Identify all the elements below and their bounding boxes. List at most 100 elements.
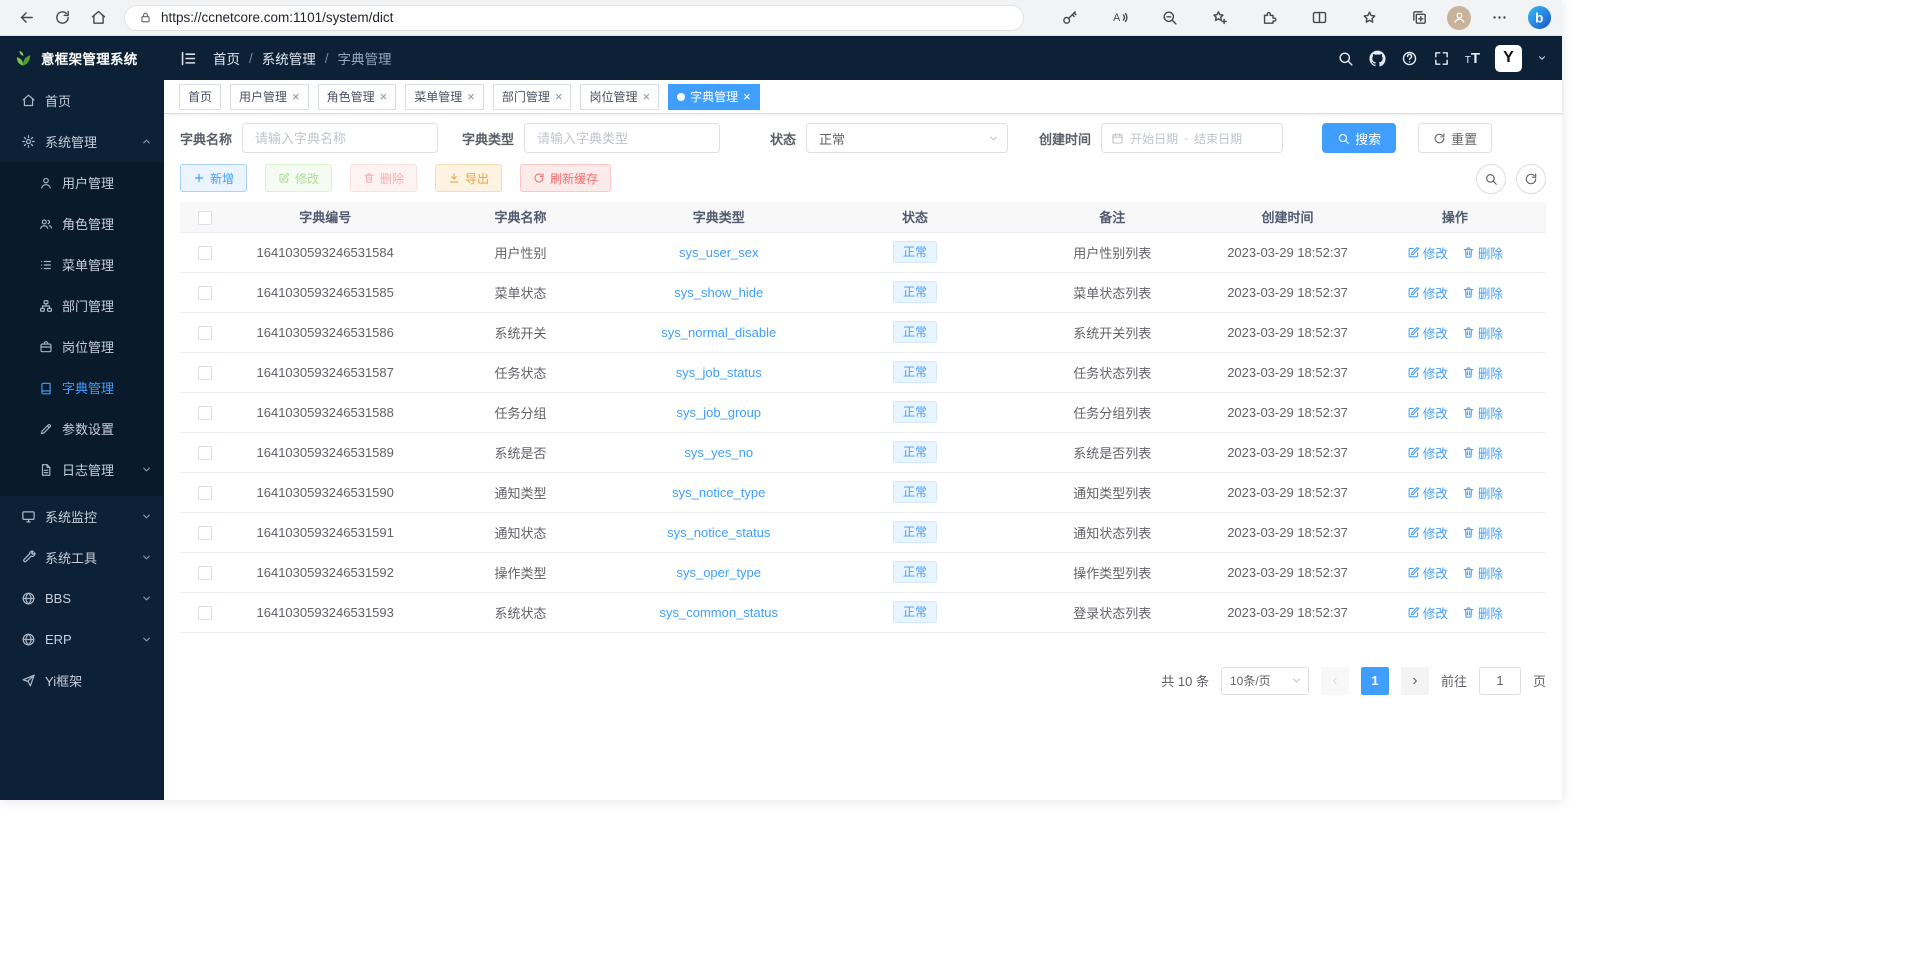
dict-type-link[interactable]: sys_normal_disable: [661, 325, 776, 340]
table-row[interactable]: 1641030593246531590 通知类型 sys_notice_type…: [180, 472, 1546, 512]
user-avatar[interactable]: Y: [1495, 45, 1522, 72]
dict-type-link[interactable]: sys_job_group: [676, 405, 761, 420]
close-icon[interactable]: ×: [292, 90, 300, 103]
search-button[interactable]: 搜索: [1322, 123, 1396, 153]
row-delete-link[interactable]: 删除: [1462, 243, 1503, 262]
sidebar-item-erp[interactable]: ERP: [0, 619, 164, 660]
tab-post-management[interactable]: 岗位管理×: [580, 84, 659, 110]
bing-copilot-button[interactable]: b: [1527, 5, 1552, 30]
row-checkbox[interactable]: [198, 526, 212, 540]
table-row[interactable]: 1641030593246531591 通知状态 sys_notice_stat…: [180, 512, 1546, 552]
breadcrumb-system[interactable]: 系统管理: [262, 48, 316, 68]
sidebar-item-post-management[interactable]: 岗位管理: [0, 326, 164, 367]
sidebar-item-system-management[interactable]: 系统管理: [0, 121, 164, 162]
font-size-icon[interactable]: TT: [1465, 51, 1480, 66]
select-all-checkbox[interactable]: [198, 211, 212, 225]
sidebar-item-dept-management[interactable]: 部门管理: [0, 285, 164, 326]
fullscreen-icon[interactable]: [1433, 50, 1450, 67]
row-edit-link[interactable]: 修改: [1407, 443, 1448, 462]
row-edit-link[interactable]: 修改: [1407, 363, 1448, 382]
row-checkbox[interactable]: [198, 366, 212, 380]
dict-type-link[interactable]: sys_job_status: [676, 365, 762, 380]
dict-type-input[interactable]: [524, 123, 720, 153]
dict-type-link[interactable]: sys_notice_type: [672, 485, 765, 500]
current-page-button[interactable]: 1: [1361, 667, 1389, 695]
close-icon[interactable]: ×: [380, 90, 388, 103]
sidebar-item-log-management[interactable]: 日志管理: [0, 449, 164, 490]
dict-type-link[interactable]: sys_common_status: [660, 605, 779, 620]
sidebar-item-system-tools[interactable]: 系统工具: [0, 537, 164, 578]
sidebar-item-user-management[interactable]: 用户管理: [0, 162, 164, 203]
table-row[interactable]: 1641030593246531592 操作类型 sys_oper_type 正…: [180, 552, 1546, 592]
row-delete-link[interactable]: 删除: [1462, 603, 1503, 622]
address-bar[interactable]: https://ccnetcore.com:1101/system/dict: [124, 5, 1024, 31]
close-icon[interactable]: ×: [555, 90, 563, 103]
table-row[interactable]: 1641030593246531586 系统开关 sys_normal_disa…: [180, 312, 1546, 352]
row-delete-link[interactable]: 删除: [1462, 443, 1503, 462]
favorites-button[interactable]: [1355, 4, 1383, 32]
read-aloud-button[interactable]: A: [1105, 4, 1133, 32]
row-checkbox[interactable]: [198, 326, 212, 340]
row-delete-link[interactable]: 删除: [1462, 563, 1503, 582]
sidebar-item-param-settings[interactable]: 参数设置: [0, 408, 164, 449]
collections-button[interactable]: [1405, 4, 1433, 32]
row-delete-link[interactable]: 删除: [1462, 403, 1503, 422]
chevron-down-icon[interactable]: [1537, 53, 1547, 63]
row-delete-link[interactable]: 删除: [1462, 283, 1503, 302]
refresh-cache-button[interactable]: 刷新缓存: [520, 164, 611, 192]
github-icon[interactable]: [1369, 50, 1386, 67]
refresh-table-button[interactable]: [1516, 164, 1546, 194]
browser-back-button[interactable]: [12, 4, 40, 32]
dict-name-input[interactable]: [242, 123, 438, 153]
next-page-button[interactable]: ›: [1401, 667, 1429, 695]
sidebar-item-role-management[interactable]: 角色管理: [0, 203, 164, 244]
dict-type-link[interactable]: sys_oper_type: [676, 565, 761, 580]
sidebar-item-system-monitor[interactable]: 系统监控: [0, 496, 164, 537]
row-delete-link[interactable]: 删除: [1462, 363, 1503, 382]
sidebar-item-home[interactable]: 首页: [0, 80, 164, 121]
tab-user-management[interactable]: 用户管理×: [230, 84, 309, 110]
tab-dict-management[interactable]: 字典管理×: [668, 84, 760, 110]
toggle-search-button[interactable]: [1476, 164, 1506, 194]
dict-type-link[interactable]: sys_user_sex: [679, 245, 758, 260]
row-delete-link[interactable]: 删除: [1462, 323, 1503, 342]
sidebar-item-menu-management[interactable]: 菜单管理: [0, 244, 164, 285]
add-favorite-button[interactable]: [1205, 4, 1233, 32]
row-edit-link[interactable]: 修改: [1407, 603, 1448, 622]
tab-role-management[interactable]: 角色管理×: [318, 84, 397, 110]
export-button[interactable]: 导出: [435, 164, 502, 192]
browser-profile-avatar[interactable]: [1447, 6, 1471, 30]
tab-dept-management[interactable]: 部门管理×: [493, 84, 572, 110]
row-edit-link[interactable]: 修改: [1407, 323, 1448, 342]
row-checkbox[interactable]: [198, 566, 212, 580]
delete-button[interactable]: 删除: [350, 164, 417, 192]
add-button[interactable]: 新增: [180, 164, 247, 192]
password-manager-button[interactable]: [1055, 4, 1083, 32]
row-edit-link[interactable]: 修改: [1407, 563, 1448, 582]
prev-page-button[interactable]: ‹: [1321, 667, 1349, 695]
reset-button[interactable]: 重置: [1418, 123, 1492, 153]
table-row[interactable]: 1641030593246531585 菜单状态 sys_show_hide 正…: [180, 272, 1546, 312]
search-icon[interactable]: [1337, 50, 1354, 67]
status-select[interactable]: 正常: [806, 123, 1008, 153]
goto-page-input[interactable]: [1479, 667, 1521, 695]
table-row[interactable]: 1641030593246531587 任务状态 sys_job_status …: [180, 352, 1546, 392]
close-icon[interactable]: ×: [467, 90, 475, 103]
tab-menu-management[interactable]: 菜单管理×: [405, 84, 484, 110]
split-screen-button[interactable]: [1305, 4, 1333, 32]
row-checkbox[interactable]: [198, 406, 212, 420]
browser-refresh-button[interactable]: [48, 4, 76, 32]
row-checkbox[interactable]: [198, 606, 212, 620]
tab-home[interactable]: 首页: [179, 84, 221, 110]
table-row[interactable]: 1641030593246531589 系统是否 sys_yes_no 正常 系…: [180, 432, 1546, 472]
table-row[interactable]: 1641030593246531593 系统状态 sys_common_stat…: [180, 592, 1546, 632]
hamburger-icon[interactable]: [179, 49, 198, 68]
sidebar-item-bbs[interactable]: BBS: [0, 578, 164, 619]
dict-type-link[interactable]: sys_notice_status: [667, 525, 770, 540]
row-checkbox[interactable]: [198, 286, 212, 300]
row-checkbox[interactable]: [198, 246, 212, 260]
help-icon[interactable]: [1401, 50, 1418, 67]
table-row[interactable]: 1641030593246531588 任务分组 sys_job_group 正…: [180, 392, 1546, 432]
row-edit-link[interactable]: 修改: [1407, 403, 1448, 422]
row-checkbox[interactable]: [198, 446, 212, 460]
